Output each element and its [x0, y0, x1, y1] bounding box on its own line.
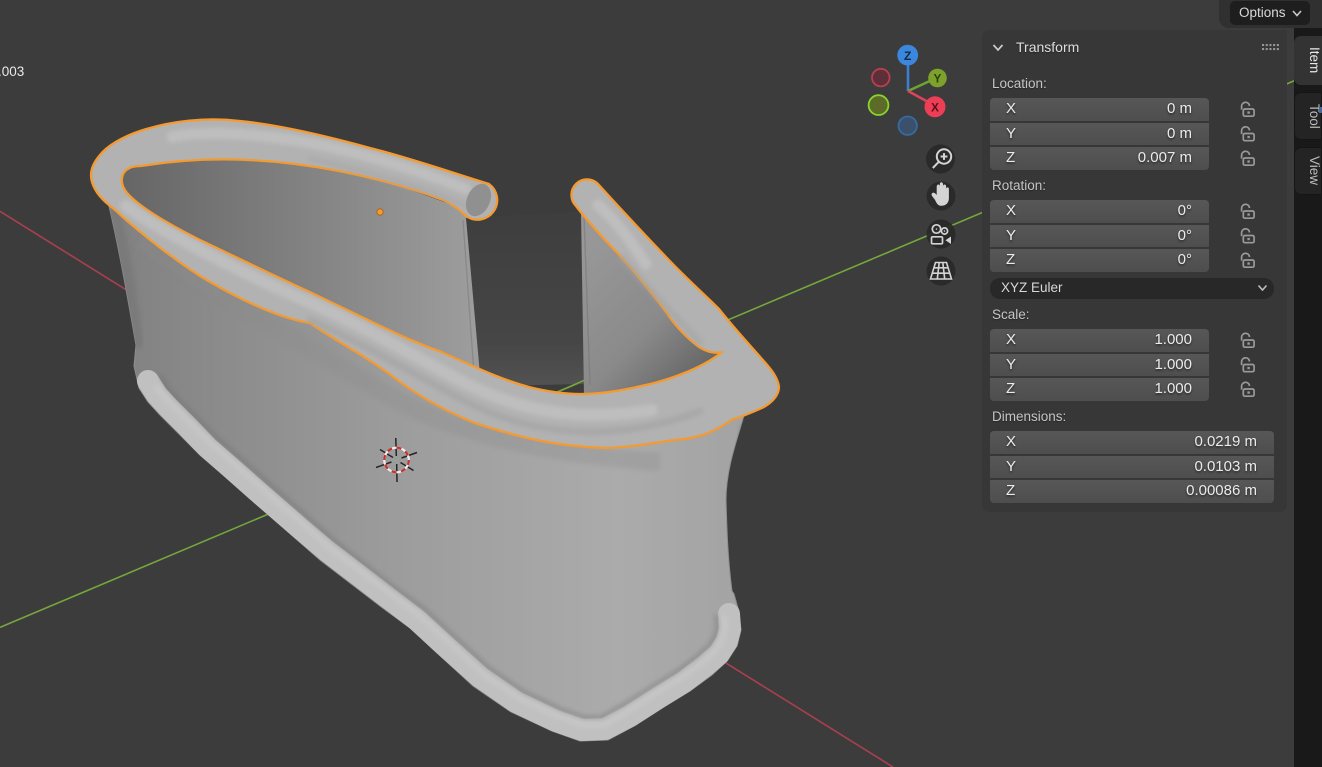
svg-text:Y: Y — [934, 74, 942, 86]
svg-text:X: X — [931, 101, 939, 115]
svg-text:Z: Z — [904, 49, 911, 63]
svg-text:.003: .003 — [0, 64, 24, 79]
